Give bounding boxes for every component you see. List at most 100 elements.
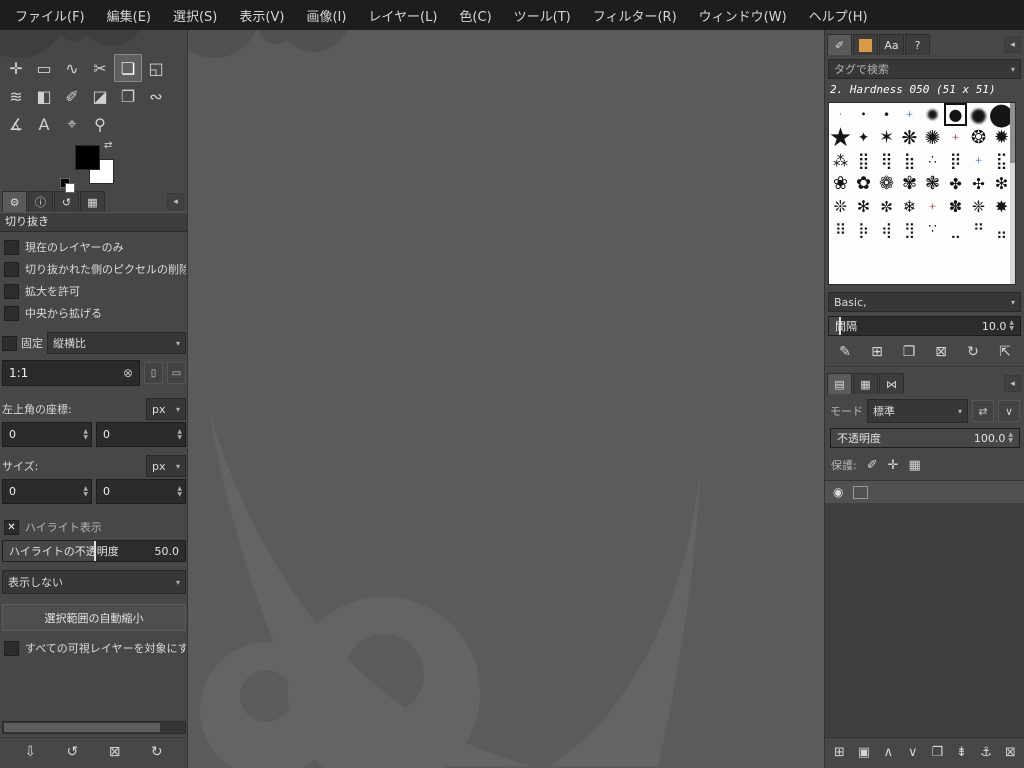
raise-layer-button[interactable]: ∧ [878, 740, 899, 764]
brush-grid-scrollbar[interactable] [1010, 103, 1015, 284]
position-x-spinner[interactable]: 0 ▲ ▼ [2, 422, 92, 447]
brush-item[interactable]: ⠿ [829, 218, 852, 241]
checkbox[interactable] [4, 283, 19, 299]
tab-fonts[interactable]: Aa [879, 34, 904, 55]
tab-layers[interactable]: ▤ [827, 373, 852, 394]
brush-item[interactable]: ✣ [967, 172, 990, 195]
delete-layer-button[interactable]: ⊠ [1000, 740, 1021, 764]
brush-item[interactable]: ❁ [875, 172, 898, 195]
brush-item[interactable]: ❈ [967, 195, 990, 218]
menu-item[interactable]: 選択(S) [162, 1, 228, 30]
duplicate-layer-button[interactable]: ❐ [927, 740, 948, 764]
brush-item[interactable]: ✦ [852, 126, 875, 149]
menu-item[interactable]: 編集(E) [96, 1, 162, 30]
eraser-tool[interactable]: ◪ [86, 82, 114, 110]
tab-patterns[interactable] [853, 34, 878, 55]
brush-item[interactable]: + [944, 126, 967, 149]
transform-tool[interactable]: ◱ [142, 54, 170, 82]
move-tool[interactable]: ✛ [2, 54, 30, 82]
zoom-tool[interactable]: ⚲ [86, 110, 114, 138]
tab-device-status[interactable]: ⓘ [28, 191, 53, 212]
tab-images[interactable]: ▦ [80, 191, 105, 212]
tab-tool-options[interactable]: ⚙ [2, 191, 27, 212]
menu-item[interactable]: フィルター(R) [582, 1, 688, 30]
lock-alpha-icon[interactable]: ▦ [909, 458, 921, 473]
tab-brushes[interactable]: ✐ [827, 34, 852, 55]
brush-item[interactable]: ❃ [921, 172, 944, 195]
brush-item[interactable]: ✼ [875, 195, 898, 218]
fixed-checkbox[interactable] [2, 335, 17, 351]
brush-item[interactable]: + [898, 103, 921, 126]
save-tool-options-button[interactable]: ⇩ [18, 740, 42, 764]
tab-menu-button[interactable]: ◂ [167, 193, 184, 210]
delete-tool-options-button[interactable]: ⊠ [103, 740, 127, 764]
layer-opacity-slider[interactable]: 不透明度 100.0 ▲ ▼ [830, 428, 1020, 448]
brush-item[interactable]: ⡷ [852, 218, 875, 241]
size-height-spinner[interactable]: 0 ▲ ▼ [96, 479, 186, 504]
scissors-select-tool[interactable]: ✂ [86, 54, 114, 82]
warp-transform-tool[interactable]: ≋ [2, 82, 30, 110]
menu-item[interactable]: ツール(T) [503, 1, 582, 30]
mode-menu-button[interactable]: ∨ [998, 400, 1020, 422]
brush-item[interactable]: ✿ [852, 172, 875, 195]
refresh-brushes-button[interactable]: ↻ [961, 340, 985, 364]
brush-item[interactable]: ∙ [852, 103, 875, 126]
position-y-spinner[interactable]: 0 ▲ ▼ [96, 422, 186, 447]
brush-item[interactable]: + [967, 149, 990, 172]
checkbox[interactable] [4, 239, 19, 255]
text-tool[interactable]: A [30, 110, 58, 138]
brush-item[interactable]: ❄ [898, 195, 921, 218]
highlight-checkbox[interactable] [4, 519, 19, 535]
highlight-opacity-slider[interactable]: ハイライトの不透明度 50.0 [2, 540, 186, 562]
brush-item[interactable]: ✺ [921, 126, 944, 149]
guides-dropdown[interactable]: 表示しない ▾ [2, 570, 186, 594]
new-layer-button[interactable]: ⊞ [829, 740, 850, 764]
brush-item[interactable]: ✤ [944, 172, 967, 195]
tab-document-history[interactable]: ? [905, 34, 930, 55]
autoshrink-button[interactable]: 選択範囲の自動縮小 [2, 604, 186, 631]
bucket-fill-tool[interactable]: ◧ [30, 82, 58, 110]
brush-item[interactable]: ✾ [898, 172, 921, 195]
brush-spacing-slider[interactable]: 間隔 10.0 ▲ ▼ [828, 316, 1021, 336]
brush-item[interactable]: ⁂ [829, 149, 852, 172]
layer-link-box[interactable] [853, 485, 869, 499]
lock-position-icon[interactable]: ✛ [888, 458, 899, 473]
shrink-merged-checkbox[interactable] [4, 640, 19, 656]
checkbox[interactable] [4, 261, 19, 277]
size-width-spinner[interactable]: 0 ▲ ▼ [2, 479, 92, 504]
scrollbar-thumb[interactable] [4, 723, 160, 732]
brush-item[interactable]: ❂ [967, 126, 990, 149]
crop-tool[interactable]: ❏ [114, 54, 142, 82]
scrollbar-thumb[interactable] [1010, 103, 1015, 163]
brush-item[interactable]: • [875, 103, 898, 126]
brush-tag-filter-dropdown[interactable]: Basic, ▾ [828, 292, 1021, 312]
tab-channels[interactable]: ▦ [853, 373, 878, 394]
swap-colors-icon[interactable]: ⇄ [104, 140, 112, 151]
brush-tag-search-input[interactable]: タグで検索 ▾ [828, 59, 1021, 79]
brush-item[interactable]: ● [921, 103, 944, 126]
tab-menu-button[interactable]: ◂ [1004, 36, 1021, 53]
brush-item[interactable]: + [921, 195, 944, 218]
clear-input-icon[interactable]: ⊗ [123, 366, 133, 380]
default-colors-icon[interactable] [60, 178, 75, 193]
horizontal-scrollbar[interactable] [2, 721, 186, 734]
layer-mode-dropdown[interactable]: 標準 ▾ [867, 399, 968, 423]
brush-item[interactable]: ❊ [829, 195, 852, 218]
foreground-color-swatch[interactable] [75, 145, 100, 170]
spinner-arrows-icon[interactable]: ▲ ▼ [177, 428, 182, 441]
brush-item[interactable]: ⡿ [944, 149, 967, 172]
brush-item[interactable]: ● [944, 103, 967, 126]
brush-item[interactable]: ⣀ [944, 218, 967, 241]
brush-item[interactable]: ∵ [921, 218, 944, 241]
mode-switch-button[interactable]: ⇄ [972, 400, 994, 422]
brush-item[interactable]: ❀ [829, 172, 852, 195]
tab-menu-button[interactable]: ◂ [1004, 375, 1021, 392]
spinner-arrows-icon[interactable]: ▲ ▼ [83, 485, 88, 498]
brush-item[interactable]: ∴ [921, 149, 944, 172]
brush-item[interactable]: ✻ [852, 195, 875, 218]
menu-item[interactable]: 表示(V) [228, 1, 295, 30]
brush-item[interactable]: ⠛ [967, 218, 990, 241]
position-unit-dropdown[interactable]: px ▾ [146, 398, 186, 420]
lower-layer-button[interactable]: ∨ [902, 740, 923, 764]
spinner-arrows-icon[interactable]: ▲ ▼ [177, 485, 182, 498]
